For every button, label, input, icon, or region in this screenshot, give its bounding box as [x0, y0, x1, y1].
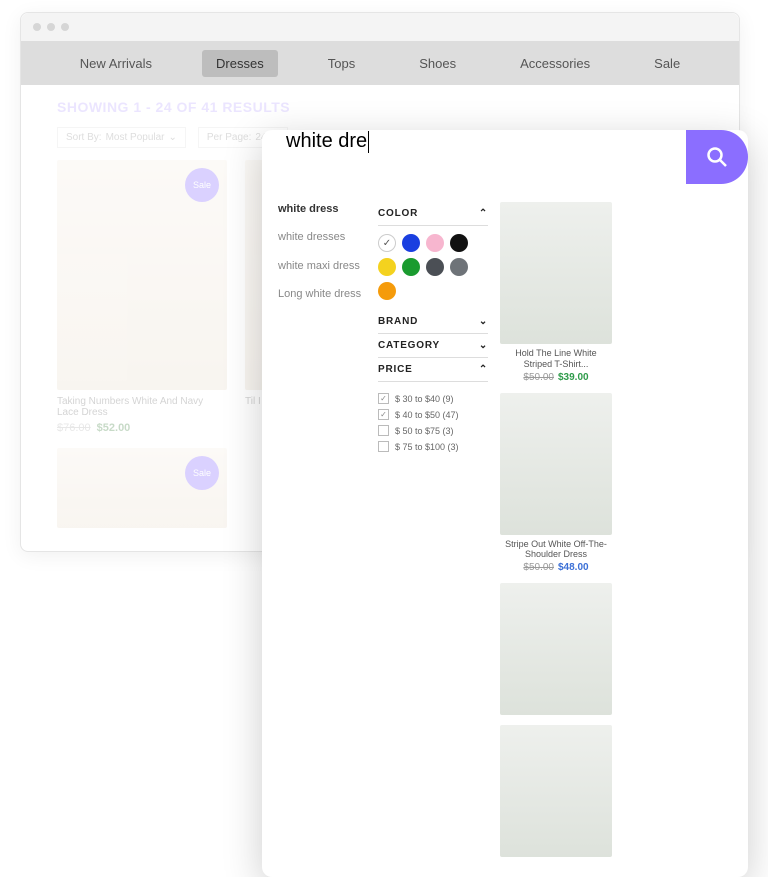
search-input[interactable]: white dre — [262, 130, 686, 184]
window-dot — [33, 23, 41, 31]
search-bar: white dre — [262, 130, 748, 184]
checkbox-icon — [378, 425, 389, 436]
filter-price-header[interactable]: PRICE ⌃ — [378, 358, 488, 382]
result-card[interactable] — [500, 583, 612, 715]
price-option[interactable]: $ 50 to $75 (3) — [378, 425, 488, 436]
checkbox-icon: ✓ — [378, 393, 389, 404]
window-dot — [47, 23, 55, 31]
result-image — [500, 393, 612, 535]
filter-brand-header[interactable]: BRAND ⌄ — [378, 310, 488, 334]
chevron-down-icon: ⌄ — [479, 340, 488, 351]
price-new: $52.00 — [97, 422, 131, 434]
price-option[interactable]: $ 75 to $100 (3) — [378, 441, 488, 452]
chevron-up-icon: ⌃ — [479, 364, 488, 375]
price-option[interactable]: ✓ $ 40 to $50 (47) — [378, 409, 488, 420]
price-old: $50.00 — [523, 372, 554, 383]
price-options: ✓ $ 30 to $40 (9) ✓ $ 40 to $50 (47) $ 50 … — [378, 382, 488, 463]
price-option[interactable]: ✓ $ 30 to $40 (9) — [378, 393, 488, 404]
result-title: Stripe Out White Off-The-Shoulder Dress — [500, 539, 612, 561]
text-cursor — [368, 131, 369, 153]
suggestion-item[interactable]: white dresses — [278, 230, 366, 244]
nav-new-arrivals[interactable]: New Arrivals — [66, 50, 166, 77]
chevron-down-icon: ⌄ — [169, 132, 177, 143]
filter-panel: COLOR ⌃ ✓ BRAND ⌄ CATEGORY ⌄ PRICE ⌃ ✓ $ 30 t… — [378, 202, 488, 857]
color-swatches: ✓ — [378, 226, 488, 310]
filter-label: COLOR — [378, 208, 418, 219]
sale-badge: Sale — [185, 168, 219, 202]
filter-color-header[interactable]: COLOR ⌃ — [378, 202, 488, 226]
results-count: SHOWING 1 - 24 OF 41 RESULTS — [57, 99, 703, 115]
sort-label: Sort By: — [66, 132, 102, 143]
filter-label: PRICE — [378, 364, 413, 375]
window-titlebar — [21, 13, 739, 41]
search-icon — [705, 145, 729, 169]
price-label: $ 75 to $100 (3) — [395, 442, 459, 452]
checkbox-icon: ✓ — [378, 409, 389, 420]
search-overlay: white dre white dress white dresses whit… — [262, 130, 748, 877]
product-card[interactable]: Sale Taking Numbers White And Navy Lace … — [57, 160, 227, 434]
sort-value: Most Popular — [106, 132, 165, 143]
result-card[interactable]: Hold The Line White Striped T-Shirt... $… — [500, 202, 612, 383]
main-nav: New Arrivals Dresses Tops Shoes Accessor… — [21, 41, 739, 85]
color-swatch[interactable] — [426, 258, 444, 276]
price-label: $ 50 to $75 (3) — [395, 426, 454, 436]
color-swatch[interactable] — [450, 258, 468, 276]
suggestion-item[interactable]: white dress — [278, 202, 366, 216]
color-swatch-selected[interactable]: ✓ — [378, 234, 396, 252]
product-title: Taking Numbers White And Navy Lace Dress — [57, 396, 227, 418]
search-value: white dre — [286, 130, 367, 152]
color-swatch[interactable] — [378, 282, 396, 300]
perpage-label: Per Page: — [207, 132, 251, 143]
nav-tops[interactable]: Tops — [314, 50, 369, 77]
sort-select[interactable]: Sort By: Most Popular ⌄ — [57, 127, 186, 148]
nav-dresses[interactable]: Dresses — [202, 50, 278, 77]
nav-accessories[interactable]: Accessories — [506, 50, 604, 77]
search-button[interactable] — [686, 130, 748, 184]
search-dropdown: white dress white dresses white maxi dre… — [262, 184, 748, 877]
color-swatch[interactable] — [402, 258, 420, 276]
suggestion-item[interactable]: Long white dress — [278, 287, 366, 301]
color-swatch[interactable] — [378, 258, 396, 276]
result-title: Hold The Line White Striped T-Shirt... — [500, 348, 612, 370]
color-swatch[interactable] — [426, 234, 444, 252]
checkbox-icon — [378, 441, 389, 452]
price-label: $ 30 to $40 (9) — [395, 394, 454, 404]
suggestion-list: white dress white dresses white maxi dre… — [278, 202, 366, 857]
result-card[interactable] — [500, 725, 612, 857]
price-label: $ 40 to $50 (47) — [395, 410, 459, 420]
color-swatch[interactable] — [402, 234, 420, 252]
color-swatch[interactable] — [450, 234, 468, 252]
price-old: $76.00 — [57, 422, 91, 434]
suggestion-item[interactable]: white maxi dress — [278, 259, 366, 273]
filter-category-header[interactable]: CATEGORY ⌄ — [378, 334, 488, 358]
nav-sale[interactable]: Sale — [640, 50, 694, 77]
filter-label: CATEGORY — [378, 340, 440, 351]
product-card[interactable]: Sale — [57, 448, 227, 528]
result-image — [500, 583, 612, 715]
sale-badge: Sale — [185, 456, 219, 490]
chevron-up-icon: ⌃ — [479, 208, 488, 219]
product-results: Hold The Line White Striped T-Shirt... $… — [500, 202, 732, 857]
result-image — [500, 202, 612, 344]
chevron-down-icon: ⌄ — [479, 316, 488, 327]
result-image — [500, 725, 612, 857]
filter-label: BRAND — [378, 316, 418, 327]
window-dot — [61, 23, 69, 31]
price-new: $39.00 — [558, 372, 589, 383]
result-card[interactable]: Stripe Out White Off-The-Shoulder Dress … — [500, 393, 612, 574]
nav-shoes[interactable]: Shoes — [405, 50, 470, 77]
